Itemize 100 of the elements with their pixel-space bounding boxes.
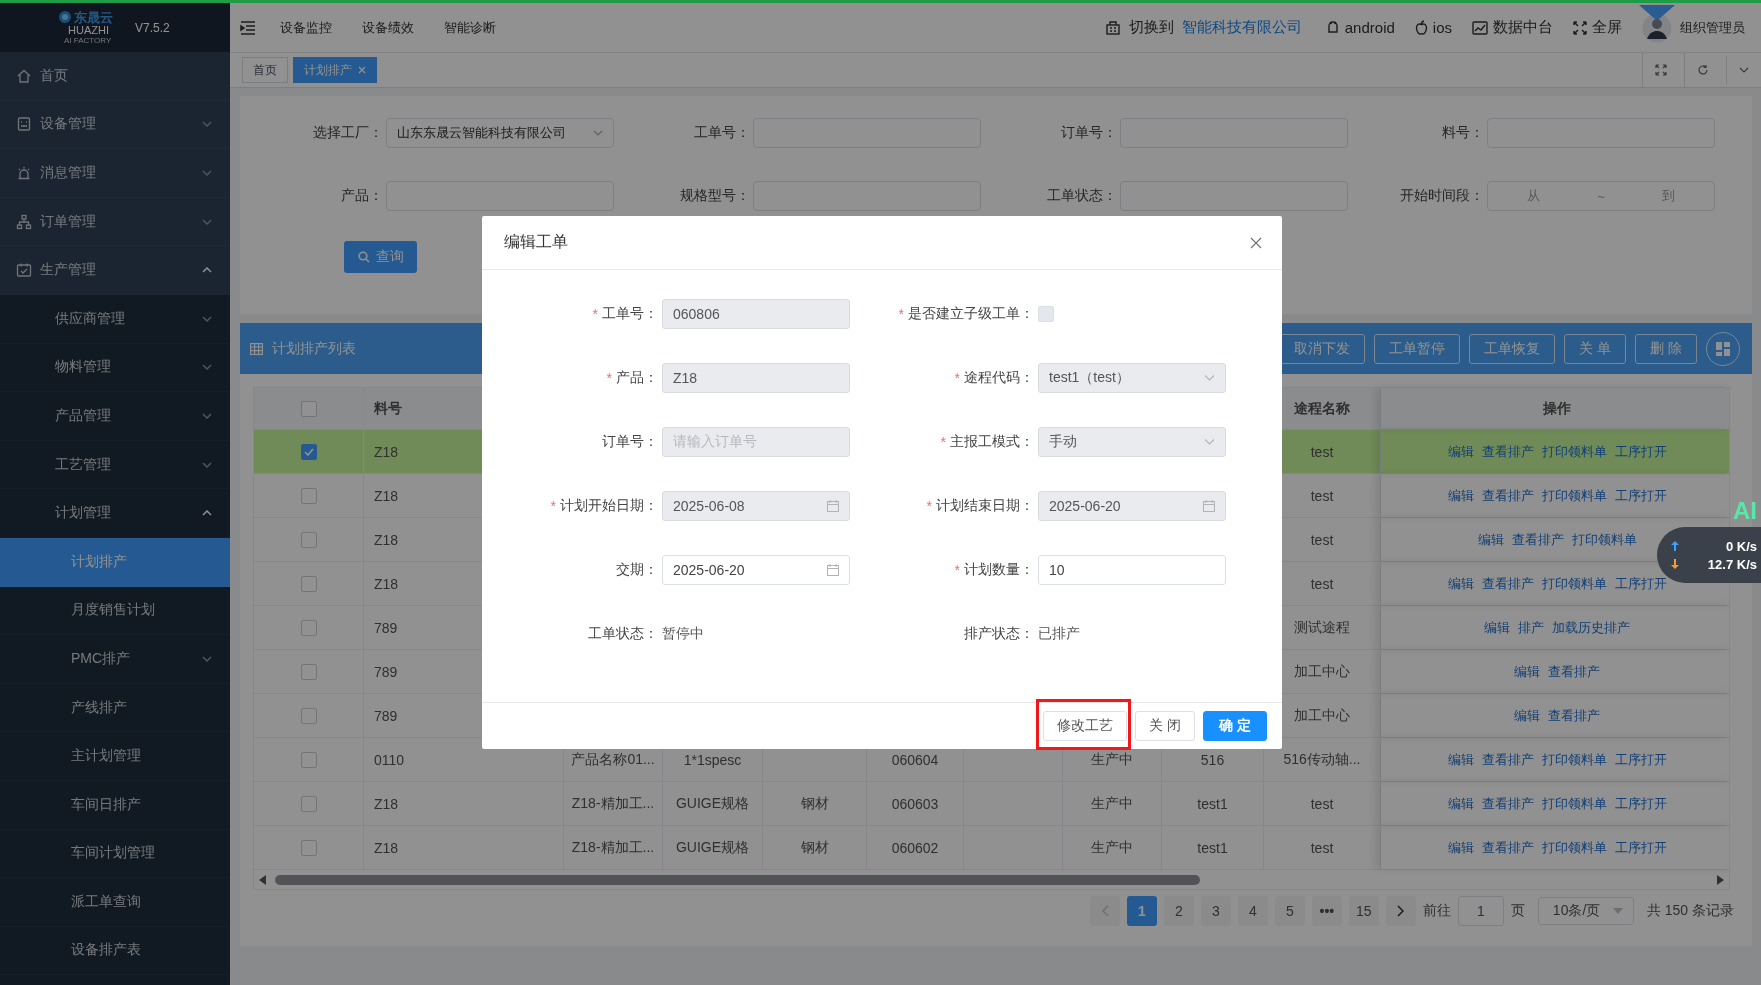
- menu-item[interactable]: 供应商管理: [0, 294, 230, 344]
- menu-item[interactable]: 派工单查询: [0, 878, 230, 927]
- row-checkbox[interactable]: [300, 531, 317, 548]
- query-button[interactable]: 查询: [344, 241, 417, 273]
- menu-item[interactable]: 产线排产: [0, 683, 230, 733]
- action-link[interactable]: 打印领料单: [1541, 574, 1607, 593]
- page-tab[interactable]: 首页: [242, 57, 288, 83]
- menu-icon[interactable]: [240, 20, 256, 35]
- row-checkbox[interactable]: [300, 839, 317, 856]
- row-checkbox[interactable]: [300, 707, 317, 724]
- scrollbar-thumb[interactable]: [275, 874, 1200, 885]
- action-link[interactable]: 编辑: [1447, 574, 1474, 593]
- menu-item[interactable]: 车间计划管理: [0, 829, 230, 879]
- scroll-right-icon[interactable]: [1716, 874, 1724, 885]
- menu-item[interactable]: 首页: [0, 52, 230, 101]
- action-link[interactable]: 打印领料单: [1541, 794, 1607, 813]
- menu-item[interactable]: 月度销售计划: [0, 586, 230, 636]
- dialog-button[interactable]: 关 闭: [1135, 711, 1196, 741]
- header-link[interactable]: 数据中台: [1472, 18, 1553, 37]
- page-tab[interactable]: 计划排产: [293, 57, 377, 83]
- nav-link[interactable]: 智能诊断: [444, 18, 496, 37]
- action-link[interactable]: 查看排产: [1548, 662, 1600, 681]
- action-link[interactable]: 排产: [1518, 618, 1544, 637]
- menu-item[interactable]: 订单管理: [0, 197, 230, 247]
- date-range-field[interactable]: 从 ~ 到: [1487, 181, 1715, 211]
- factory-select[interactable]: 山东东晟云智能科技有限公司: [386, 118, 614, 148]
- date-field[interactable]: 2025-06-20: [662, 555, 850, 585]
- action-link[interactable]: 工序打开: [1614, 574, 1667, 593]
- page-size-select[interactable]: 10条/页: [1537, 897, 1634, 925]
- menu-item[interactable]: 车间日排产: [0, 780, 230, 830]
- company-link[interactable]: 智能科技有限公司: [1181, 18, 1302, 37]
- header-link[interactable]: 全屏: [1573, 18, 1622, 37]
- row-checkbox[interactable]: [300, 487, 317, 504]
- action-link[interactable]: 编辑: [1514, 706, 1540, 725]
- ai-badge[interactable]: AI: [1733, 497, 1757, 525]
- action-link[interactable]: 编辑: [1514, 662, 1540, 681]
- action-link[interactable]: 编辑: [1477, 530, 1504, 549]
- row-checkbox[interactable]: [300, 443, 317, 460]
- action-link[interactable]: 工序打开: [1614, 794, 1667, 813]
- menu-item[interactable]: PMC排产: [0, 635, 230, 684]
- menu-item[interactable]: 工艺管理: [0, 440, 230, 490]
- header-link[interactable]: ios: [1414, 19, 1452, 36]
- dialog-button[interactable]: 确 定: [1203, 711, 1267, 741]
- menu-item[interactable]: 设备管理: [0, 100, 230, 150]
- action-link[interactable]: 工序打开: [1614, 750, 1667, 769]
- menu-item[interactable]: 生产管理: [0, 246, 230, 295]
- menu-item[interactable]: 物料管理: [0, 343, 230, 393]
- row-checkbox[interactable]: [300, 663, 317, 680]
- row-checkbox[interactable]: [300, 751, 317, 768]
- layout-button[interactable]: [1706, 331, 1740, 366]
- input-field[interactable]: 10: [1038, 555, 1226, 585]
- previous-page-button[interactable]: [1089, 896, 1120, 926]
- action-link[interactable]: 查看排产: [1481, 486, 1534, 505]
- action-link[interactable]: 编辑: [1447, 838, 1474, 857]
- action-link[interactable]: 编辑: [1447, 750, 1474, 769]
- action-link[interactable]: 查看排产: [1481, 750, 1534, 769]
- action-link[interactable]: 打印领料单: [1571, 530, 1637, 549]
- menu-item[interactable]: 计划排产: [0, 537, 230, 587]
- row-checkbox[interactable]: [300, 575, 317, 592]
- menu-item[interactable]: 主计划管理: [0, 732, 230, 781]
- page-input[interactable]: 1: [1457, 896, 1504, 926]
- menu-item[interactable]: 产品管理: [0, 392, 230, 441]
- action-link[interactable]: 编辑: [1447, 442, 1474, 461]
- page-button[interactable]: 2: [1163, 896, 1194, 926]
- close-icon[interactable]: [1250, 236, 1262, 249]
- row-checkbox[interactable]: [300, 795, 317, 812]
- header-link[interactable]: android: [1325, 19, 1395, 36]
- action-link[interactable]: 打印领料单: [1541, 486, 1607, 505]
- row-checkbox[interactable]: [300, 619, 317, 636]
- action-link[interactable]: 打印领料单: [1541, 442, 1607, 461]
- page-button[interactable]: 5: [1274, 896, 1305, 926]
- toolbar-button[interactable]: 取消下发: [1279, 333, 1366, 364]
- toolbar-button[interactable]: 工单暂停: [1374, 333, 1461, 364]
- action-link[interactable]: 编辑: [1447, 794, 1474, 813]
- select-all-checkbox[interactable]: [300, 400, 317, 417]
- nav-link[interactable]: 设备绩效: [362, 18, 414, 37]
- action-link[interactable]: 编辑: [1484, 618, 1510, 637]
- action-link[interactable]: 查看排产: [1481, 574, 1534, 593]
- next-page-button[interactable]: [1385, 896, 1416, 926]
- page-button[interactable]: 1: [1126, 896, 1157, 926]
- action-link[interactable]: 查看排产: [1548, 706, 1600, 725]
- toolbar-button[interactable]: 工单恢复: [1469, 333, 1556, 364]
- nav-link[interactable]: 设备监控: [280, 18, 332, 37]
- menu-item[interactable]: 设备排产表: [0, 926, 230, 976]
- menu-item[interactable]: 计划管理: [0, 489, 230, 538]
- avatar-icon[interactable]: [1642, 12, 1672, 43]
- page-button[interactable]: •••: [1311, 896, 1342, 926]
- action-link[interactable]: 查看排产: [1511, 530, 1564, 549]
- toolbar-button[interactable]: 删 除: [1635, 333, 1697, 364]
- page-button[interactable]: 3: [1200, 896, 1231, 926]
- action-link[interactable]: 工序打开: [1614, 442, 1667, 461]
- toolbar-button[interactable]: 关 单: [1564, 333, 1627, 364]
- action-link[interactable]: 打印领料单: [1541, 838, 1607, 857]
- page-button[interactable]: 4: [1237, 896, 1268, 926]
- scroll-left-icon[interactable]: [259, 874, 267, 885]
- action-link[interactable]: 工序打开: [1614, 838, 1667, 857]
- action-link[interactable]: 加载历史排产: [1552, 618, 1630, 637]
- action-link[interactable]: 编辑: [1447, 486, 1474, 505]
- action-link[interactable]: 查看排产: [1481, 442, 1534, 461]
- dialog-button[interactable]: 修改工艺: [1043, 711, 1128, 741]
